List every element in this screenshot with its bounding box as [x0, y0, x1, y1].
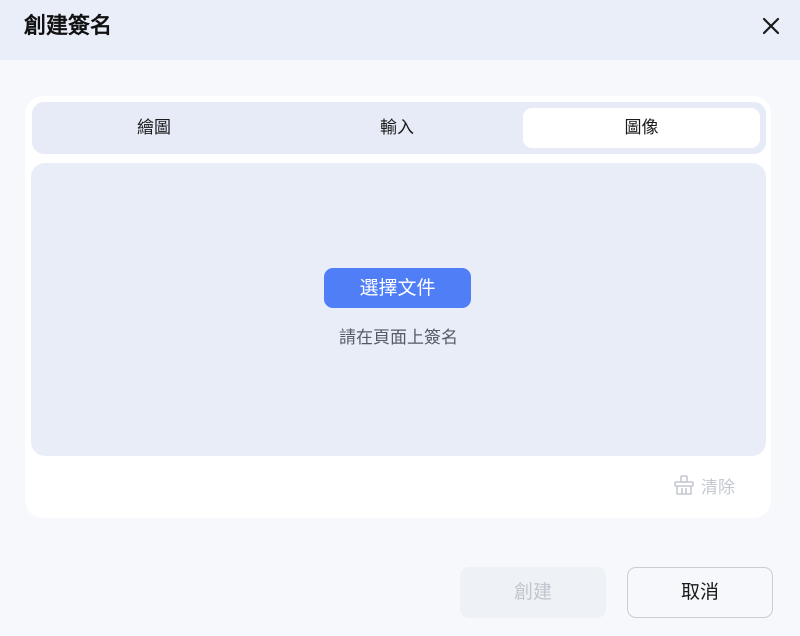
cancel-button[interactable]: 取消	[627, 567, 773, 618]
clear-label: 清除	[701, 477, 735, 498]
signature-tabs: 繪圖 輸入 圖像	[32, 102, 766, 154]
close-button[interactable]	[758, 13, 784, 39]
clear-button[interactable]: 清除	[673, 472, 735, 498]
tab-draw[interactable]: 繪圖	[38, 108, 270, 148]
choose-file-button[interactable]: 選擇文件	[324, 268, 471, 308]
tab-image[interactable]: 圖像	[523, 108, 760, 148]
tab-type[interactable]: 輸入	[280, 108, 514, 148]
close-icon	[762, 17, 780, 35]
upload-hint: 請在頁面上簽名	[339, 328, 458, 348]
dialog-header: 創建簽名	[0, 0, 800, 60]
create-button[interactable]: 創建	[460, 567, 606, 618]
broom-icon	[673, 474, 695, 496]
dialog-title: 創建簽名	[24, 14, 113, 39]
image-upload-area[interactable]: 選擇文件 請在頁面上簽名	[31, 163, 766, 456]
